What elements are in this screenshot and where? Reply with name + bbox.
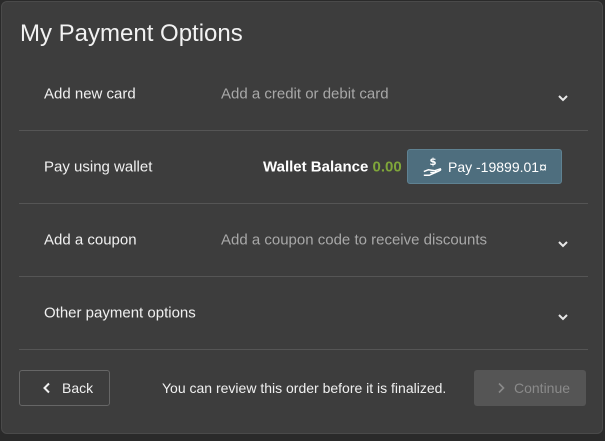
- back-button-label: Back: [62, 380, 94, 396]
- option-add-new-card[interactable]: Add new card Add a credit or debit card: [19, 58, 588, 131]
- option-description: Add a credit or debit card: [221, 85, 389, 103]
- svg-text:$: $: [429, 157, 436, 168]
- option-other-payment[interactable]: Other payment options: [19, 277, 588, 350]
- option-pay-using-wallet: Pay using wallet Wallet Balance 0.00 $ P…: [19, 131, 588, 204]
- continue-button[interactable]: Continue: [474, 370, 586, 406]
- chevron-left-icon: [43, 382, 50, 394]
- pay-button-label: Pay -19899.01¤: [448, 158, 547, 175]
- wallet-balance-amount: 0.00: [372, 158, 402, 176]
- chevron-down-icon[interactable]: [556, 237, 570, 251]
- chevron-down-icon[interactable]: [556, 310, 570, 324]
- option-label: Add new card: [44, 85, 136, 103]
- option-label: Add a coupon: [44, 231, 137, 249]
- order-review-note: You can review this order before it is f…: [162, 380, 447, 396]
- pay-wallet-button[interactable]: $ Pay -19899.01¤: [407, 149, 562, 184]
- back-button[interactable]: Back: [19, 370, 110, 406]
- payment-options-panel: My Payment Options Add new card Add a cr…: [1, 1, 603, 434]
- page-title: My Payment Options: [20, 20, 243, 47]
- option-label: Pay using wallet: [44, 158, 153, 176]
- continue-button-label: Continue: [514, 380, 571, 396]
- option-add-coupon[interactable]: Add a coupon Add a coupon code to receiv…: [19, 204, 588, 277]
- hand-dollar-icon: $: [423, 157, 442, 176]
- option-label: Other payment options: [44, 304, 196, 322]
- wallet-balance-label: Wallet Balance: [263, 158, 369, 176]
- option-description: Add a coupon code to receive discounts: [221, 231, 488, 249]
- chevron-down-icon[interactable]: [556, 91, 570, 105]
- chevron-right-icon: [498, 382, 505, 394]
- wallet-balance: Wallet Balance 0.00: [263, 159, 402, 176]
